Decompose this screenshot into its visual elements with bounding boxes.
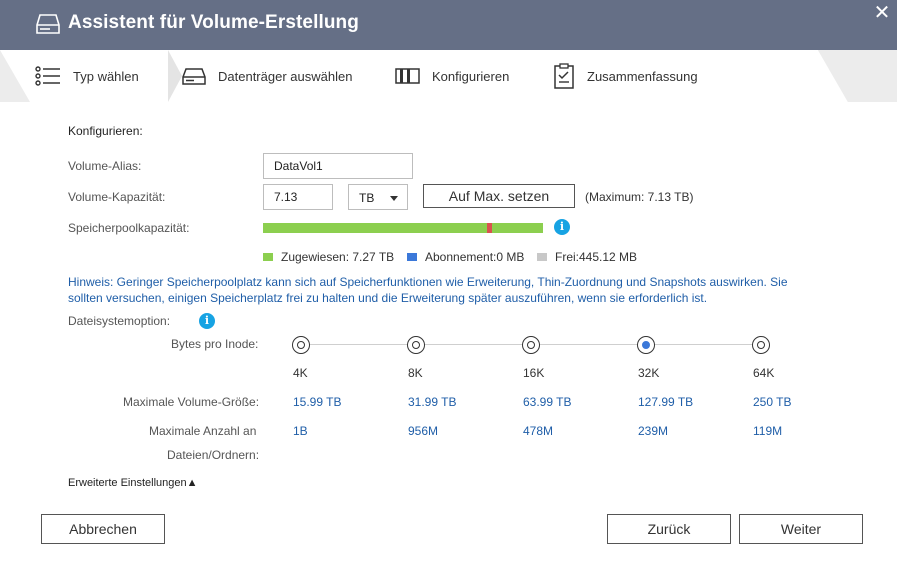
back-button[interactable]: Zurück [607, 514, 731, 544]
inode-label: Bytes pro Inode: [171, 337, 259, 351]
inode-value: 64K [753, 366, 775, 380]
inode-value: 4K [293, 366, 308, 380]
capacity-input[interactable] [263, 184, 333, 210]
wizard-steps: Typ wählen Datenträger auswählen Konfigu… [0, 50, 897, 325]
max-size-value: 250 TB [753, 395, 792, 409]
legend-swatch [537, 253, 547, 261]
max-info: (Maximum: 7.13 TB) [585, 190, 694, 204]
step-typ[interactable]: Typ wählen [35, 50, 139, 102]
info-icon[interactable]: i [199, 313, 215, 329]
legend-swatch [263, 253, 273, 261]
step-label: Zusammenfassung [587, 68, 698, 84]
hint-text: Hinweis: Geringer Speicherpoolplatz kann… [68, 275, 788, 305]
alias-label: Volume-Alias: [68, 159, 142, 173]
max-files-value: 478M [523, 424, 554, 438]
set-max-button[interactable]: Auf Max. setzen [423, 184, 575, 208]
max-files-label: Maximale Anzahl an [149, 424, 257, 438]
legend-allocated: Zugewiesen: 7.27 TB [263, 250, 394, 264]
unit-select[interactable]: TB [348, 184, 408, 210]
window-title: Assistent für Volume-Erstellung [68, 12, 359, 33]
disk-icon [182, 68, 206, 85]
advanced-settings-toggle[interactable]: Erweiterte Einstellungen▲ [68, 477, 198, 489]
info-icon[interactable]: i [554, 219, 570, 235]
pool-label: Speicherpoolkapazität: [68, 221, 190, 235]
radio-inode-8k[interactable] [407, 336, 425, 354]
radio-inode-4k[interactable] [292, 336, 310, 354]
drive-icon [36, 14, 60, 34]
clipboard-icon [554, 63, 574, 89]
legend-label: Zugewiesen: 7.27 TB [281, 250, 395, 264]
inode-value: 8K [408, 366, 423, 380]
alias-input[interactable] [263, 153, 413, 179]
step-datentraeger[interactable]: Datenträger auswählen [182, 50, 352, 102]
cancel-button[interactable]: Abbrechen [41, 514, 165, 544]
step-label: Datenträger auswählen [218, 68, 353, 84]
capacity-label: Volume-Kapazität: [68, 190, 166, 204]
radio-inode-16k[interactable] [522, 336, 540, 354]
max-size-label: Maximale Volume-Größe: [123, 395, 260, 409]
legend-swatch [407, 253, 417, 261]
legend-subscription: Abonnement:0 MB [407, 250, 524, 264]
max-files-value: 119M [753, 424, 783, 438]
radio-dot [296, 340, 305, 349]
configure-icon [395, 68, 420, 84]
fs-option-label: Dateisystemoption: [68, 314, 171, 328]
inode-value: 16K [523, 366, 545, 380]
radio-inode-64k[interactable] [752, 336, 770, 354]
radio-dot [411, 340, 420, 349]
step-label: Typ wählen [73, 68, 139, 84]
radio-dot [756, 340, 765, 349]
max-files-value: 956M [408, 424, 439, 438]
step-konfigurieren[interactable]: Konfigurieren [395, 50, 509, 102]
legend-label: Frei:445.12 MB [555, 250, 638, 264]
step-zusammenfassung[interactable]: Zusammenfassung [553, 50, 698, 102]
max-size-value: 15.99 TB [293, 395, 342, 409]
unit-value: TB [359, 191, 375, 205]
legend-free: Frei:445.12 MB [537, 250, 637, 264]
close-icon[interactable]: ✕ [873, 3, 891, 23]
step-label: Konfigurieren [432, 68, 510, 84]
radio-inode-32k[interactable] [637, 336, 655, 354]
max-files-value: 1B [293, 424, 308, 438]
title-bar: Assistent für Volume-Erstellung ✕ [0, 0, 897, 50]
section-title: Konfigurieren: [68, 124, 143, 138]
chevron-down-icon [390, 196, 398, 201]
max-size-value: 127.99 TB [638, 395, 694, 409]
inode-value: 32K [638, 366, 660, 380]
max-size-value: 63.99 TB [523, 395, 572, 409]
max-files-value: 239M [638, 424, 669, 438]
step-separator [168, 50, 182, 102]
radio-dot [641, 340, 650, 349]
pool-capacity-marker [487, 223, 492, 233]
radio-dot [526, 340, 535, 349]
list-icon [35, 66, 60, 86]
next-button[interactable]: Weiter [739, 514, 863, 544]
pool-capacity-bar [263, 223, 543, 233]
max-size-value: 31.99 TB [408, 395, 457, 409]
legend-label: Abonnement:0 MB [425, 250, 525, 264]
max-files-label-2: Dateien/Ordnern: [167, 448, 260, 462]
